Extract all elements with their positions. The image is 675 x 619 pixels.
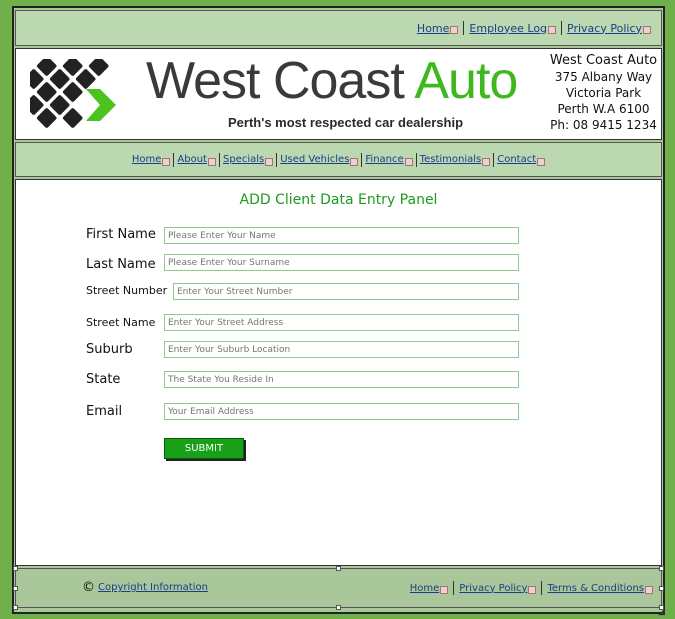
footer-home-link[interactable]: Home xyxy=(410,583,440,594)
broken-image-icon xyxy=(440,586,449,594)
nav-separator xyxy=(218,152,220,167)
main-nav-contact-link[interactable]: Contact xyxy=(497,154,536,165)
panel-title: ADD Client Data Entry Panel xyxy=(239,192,438,208)
selection-handle[interactable] xyxy=(659,566,664,571)
footer-bar: © Copyright Information Home Privacy Pol… xyxy=(13,566,664,610)
footer-privacy-policy-link[interactable]: Privacy Policy xyxy=(459,583,527,594)
copyright-icon: © xyxy=(82,580,95,595)
nav-separator xyxy=(173,152,175,167)
selection-handle[interactable] xyxy=(659,586,664,591)
street-number-input[interactable] xyxy=(173,283,519,300)
address-phone: Ph: 08 9415 1234 xyxy=(550,118,657,132)
broken-image-icon xyxy=(265,157,274,166)
header-banner: West Coast Auto Perth's most respected c… xyxy=(15,48,662,140)
street-name-input[interactable] xyxy=(164,314,519,331)
broken-image-icon xyxy=(162,157,171,166)
broken-image-icon xyxy=(482,157,491,166)
main-nav-about-link[interactable]: About xyxy=(177,154,207,165)
nav-separator xyxy=(541,581,543,595)
street-name-label: Street Name xyxy=(86,316,156,329)
nav-separator xyxy=(493,152,495,167)
broken-image-icon xyxy=(645,586,653,594)
selection-handle[interactable] xyxy=(336,566,341,571)
suburb-label: Suburb xyxy=(86,342,133,357)
resize-grip-icon[interactable]: ◢ xyxy=(658,607,665,617)
main-nav-bar: Home About Specials Used Vehicles Financ… xyxy=(15,142,662,177)
suburb-input[interactable] xyxy=(164,341,519,358)
selection-handle[interactable] xyxy=(13,566,18,571)
content-panel: ADD Client Data Entry Panel First Name L… xyxy=(15,179,662,566)
top-nav-privacy-policy-link[interactable]: Privacy Policy xyxy=(567,22,642,35)
brand-tagline: Perth's most respected car dealership xyxy=(228,115,464,130)
footer-terms-link[interactable]: Terms & Conditions xyxy=(547,583,644,594)
broken-image-icon xyxy=(643,26,651,34)
main-nav-used-vehicles-link[interactable]: Used Vehicles xyxy=(280,154,349,165)
selection-handle[interactable] xyxy=(13,586,18,591)
nav-separator xyxy=(463,21,465,35)
last-name-input[interactable] xyxy=(164,254,519,271)
selection-handle[interactable] xyxy=(336,605,341,610)
broken-image-icon xyxy=(207,157,216,166)
selection-handle[interactable] xyxy=(13,605,18,610)
address-line-2: Victoria Park xyxy=(565,86,642,100)
broken-image-icon xyxy=(404,157,413,166)
broken-image-icon xyxy=(537,157,546,166)
dealership-address: West Coast Auto 375 Albany Way Victoria … xyxy=(546,53,661,133)
address-name: West Coast Auto xyxy=(549,53,658,68)
nav-separator xyxy=(276,152,278,167)
nav-separator xyxy=(561,21,563,35)
first-name-input[interactable] xyxy=(164,227,519,244)
first-name-label: First Name xyxy=(86,227,156,242)
nav-separator xyxy=(453,581,455,595)
broken-image-icon xyxy=(350,157,359,166)
last-name-label: Last Name xyxy=(86,257,156,272)
main-nav-home-link[interactable]: Home xyxy=(132,154,162,165)
dealership-logo xyxy=(30,59,116,128)
main-nav-finance-link[interactable]: Finance xyxy=(365,154,403,165)
copyright-block: © Copyright Information xyxy=(82,580,208,595)
top-nav-employee-log-link[interactable]: Employee Log xyxy=(469,22,547,35)
state-label: State xyxy=(86,372,121,387)
broken-image-icon xyxy=(450,26,459,34)
brand-title-dark: West Coast xyxy=(146,52,415,110)
street-number-label: Street Number xyxy=(86,284,168,297)
copyright-link[interactable]: Copyright Information xyxy=(98,582,208,593)
submit-button[interactable]: SUBMIT xyxy=(164,438,244,459)
broken-image-icon xyxy=(548,26,557,34)
top-nav-home-link[interactable]: Home xyxy=(417,22,449,35)
email-input[interactable] xyxy=(164,403,519,420)
state-input[interactable] xyxy=(164,371,519,388)
nav-separator xyxy=(361,152,363,167)
address-line-1: 375 Albany Way xyxy=(554,70,653,84)
broken-image-icon xyxy=(528,586,537,594)
email-label: Email xyxy=(86,404,123,419)
main-nav-testimonials-link[interactable]: Testimonials xyxy=(420,154,482,165)
address-line-3: Perth W.A 6100 xyxy=(557,102,650,116)
brand-title: West Coast Auto xyxy=(146,51,518,111)
main-nav-specials-link[interactable]: Specials xyxy=(223,154,264,165)
footer-links: Home Privacy Policy Terms & Conditions xyxy=(410,581,653,595)
top-nav-bar: Home Employee Log Privacy Policy xyxy=(15,10,662,46)
brand-title-green: Auto xyxy=(414,52,518,110)
nav-separator xyxy=(415,152,417,167)
